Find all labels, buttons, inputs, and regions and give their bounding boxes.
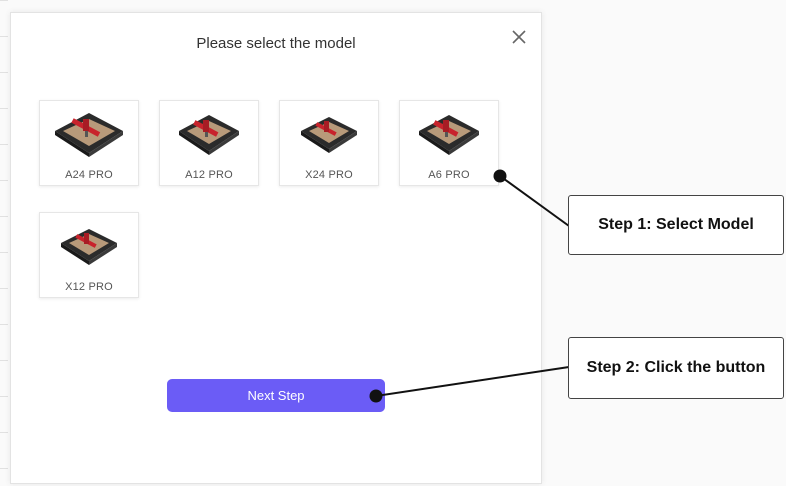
callout-step-1: Step 1: Select Model xyxy=(568,195,784,255)
model-label: A12 PRO xyxy=(185,169,233,181)
model-label: X12 PRO xyxy=(65,281,113,293)
laser-engraver-icon xyxy=(419,115,479,155)
model-card-a6-pro[interactable]: A6 PRO xyxy=(399,100,499,186)
next-step-button[interactable]: Next Step xyxy=(167,379,385,412)
model-card-x12-pro[interactable]: X12 PRO xyxy=(39,212,139,298)
laser-engraver-icon xyxy=(301,117,357,153)
laser-engraver-icon xyxy=(179,115,239,155)
close-button[interactable] xyxy=(509,27,529,47)
model-card-a12-pro[interactable]: A12 PRO xyxy=(159,100,259,186)
model-label: A6 PRO xyxy=(428,169,470,181)
model-card-a24-pro[interactable]: A24 PRO xyxy=(39,100,139,186)
model-label: A24 PRO xyxy=(65,169,113,181)
dialog-title: Please select the model xyxy=(196,35,356,52)
close-icon xyxy=(512,30,526,44)
laser-engraver-icon xyxy=(61,229,117,265)
model-card-x24-pro[interactable]: X24 PRO xyxy=(279,100,379,186)
edge-ruler xyxy=(0,0,8,486)
callout-step-2: Step 2: Click the button xyxy=(568,337,784,399)
laser-engraver-icon xyxy=(55,113,123,157)
select-model-dialog: Please select the model A24 PRO A12 PRO … xyxy=(10,12,542,484)
model-label: X24 PRO xyxy=(305,169,353,181)
screenshot-stage: Please select the model A24 PRO A12 PRO … xyxy=(0,0,786,486)
